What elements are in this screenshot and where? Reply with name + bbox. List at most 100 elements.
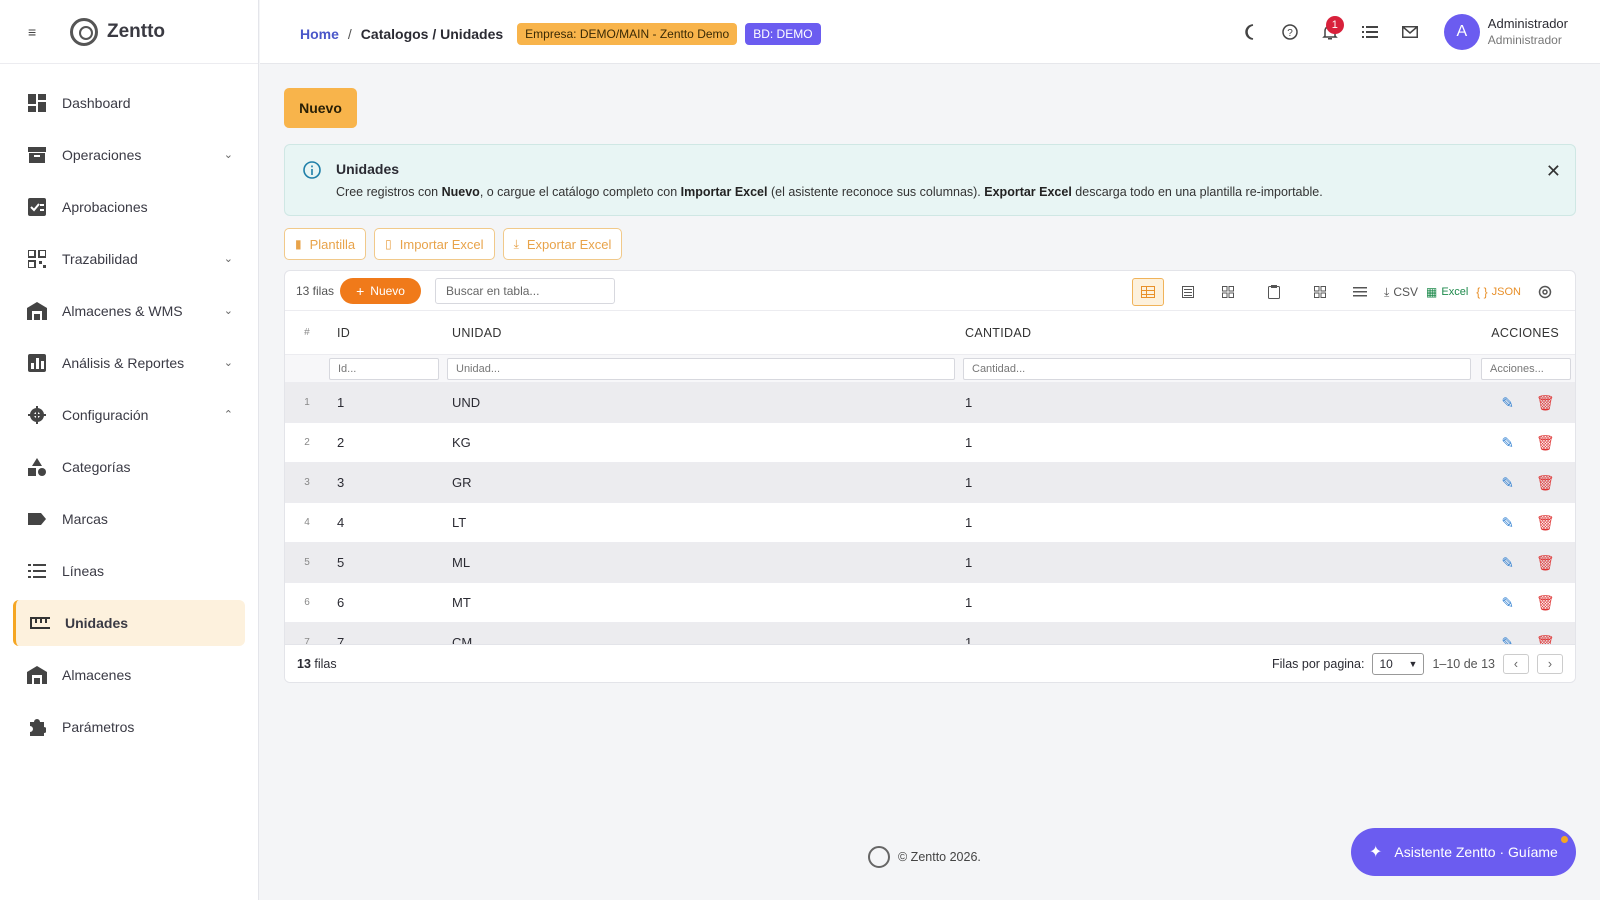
assistant-button[interactable]: ✦ Asistente Zentto · Guíame (1351, 828, 1576, 876)
delete-icon[interactable]: 🗑 (1536, 434, 1555, 452)
sidebar-item-configuracion[interactable]: Configuración ⌃ (13, 392, 245, 438)
warehouse-icon (27, 301, 47, 321)
sidebar-item-marcas[interactable]: Marcas (13, 496, 245, 542)
table-row[interactable]: 5 5 ML 1 ✎ 🗑 (285, 543, 1575, 583)
help-icon[interactable]: ? (1270, 12, 1310, 52)
col-header-acciones: ACCIONES (1491, 325, 1559, 340)
edit-icon[interactable]: ✎ (1501, 474, 1514, 492)
sidebar-item-trazabilidad[interactable]: Trazabilidad ⌄ (13, 236, 245, 282)
clipboard-icon[interactable] (1258, 278, 1290, 306)
sidebar-item-almacenes-wms[interactable]: Almacenes & WMS ⌄ (13, 288, 245, 334)
export-excel-grid-button[interactable]: ▦ Excel (1426, 278, 1468, 306)
user-info[interactable]: Administrador Administrador (1488, 15, 1568, 49)
user-role: Administrador (1487, 33, 1562, 47)
delete-icon[interactable]: 🗑 (1536, 594, 1555, 612)
row-number: 4 (304, 517, 310, 528)
filter-id-input[interactable]: Id... (329, 357, 439, 380)
search-input[interactable]: Buscar en tabla... (435, 277, 616, 304)
chevron-down-icon: ⌄ (223, 305, 233, 317)
row-actions: ✎ 🗑 (1479, 474, 1575, 492)
avatar[interactable]: A (1443, 14, 1480, 50)
delete-icon[interactable]: 🗑 (1536, 554, 1555, 572)
grid-add-button[interactable]: + Nuevo (340, 277, 422, 304)
zentto-logo (868, 846, 890, 868)
col-header-id[interactable]: ID (329, 326, 447, 340)
grid-view-controls: ⤓ CSV ▦ Excel { } JSON (1124, 278, 1561, 306)
grid-layout-icon[interactable] (1304, 278, 1336, 306)
settings-gear-icon[interactable] (1529, 278, 1561, 306)
user-name: Administrador (1487, 16, 1568, 31)
list-view-icon[interactable] (1172, 278, 1204, 306)
footer-count-label: filas (310, 656, 337, 671)
template-button[interactable]: ▮ Plantilla (284, 228, 367, 260)
table-view-icon[interactable] (1132, 278, 1165, 306)
tasks-list-icon[interactable] (1350, 12, 1390, 52)
sidebar-item-dashboard[interactable]: Dashboard (13, 80, 245, 126)
grid-toolbar: 13 filas + Nuevo Buscar en tabla... ⤓ CSV … (285, 271, 1575, 311)
cell-id: 3 (337, 475, 345, 490)
export-excel-button[interactable]: ⤓ Exportar Excel (502, 228, 623, 260)
row-actions: ✎ 🗑 (1479, 554, 1575, 572)
menu-collapse-icon[interactable]: ≡ (28, 24, 44, 40)
import-excel-button[interactable]: ▯ Importar Excel (374, 228, 495, 260)
col-header-unidad[interactable]: UNIDAD (447, 326, 963, 340)
sidebar-item-parametros[interactable]: Parámetros (13, 704, 245, 750)
filter-cantidad-input[interactable]: Cantidad... (963, 357, 1471, 380)
rows-per-page-select[interactable]: 10 ▼ (1372, 653, 1425, 675)
new-button[interactable]: Nuevo (284, 88, 357, 128)
row-number: 1 (304, 397, 310, 408)
export-csv-button[interactable]: ⤓ CSV (1384, 278, 1418, 306)
sidebar-item-analisis-reportes[interactable]: Análisis & Reportes ⌄ (13, 340, 245, 386)
rows-per-page-label: Filas por pagina: (1272, 657, 1365, 671)
sidebar-item-lineas[interactable]: Líneas (13, 548, 245, 594)
filter-unidad-input[interactable]: Unidad... (447, 357, 955, 380)
table-row[interactable]: 1 1 UND 1 ✎ 🗑 (285, 383, 1575, 423)
brand-name: Zentto (107, 20, 166, 42)
page-range: 1–10 de 13 (1432, 657, 1495, 671)
sidebar-item-almacenes[interactable]: Almacenes (13, 652, 245, 698)
edit-icon[interactable]: ✎ (1501, 554, 1514, 572)
filter-acciones-input[interactable]: Acciones... (1481, 357, 1571, 380)
dark-mode-icon[interactable] (1230, 12, 1270, 52)
col-header-number: # (304, 327, 310, 338)
notifications-icon[interactable]: 1 (1310, 12, 1350, 52)
row-number: 6 (304, 597, 310, 608)
edit-icon[interactable]: ✎ (1501, 434, 1514, 452)
delete-icon[interactable]: 🗑 (1536, 514, 1555, 532)
button-label: CSV (1393, 285, 1419, 299)
sidebar-item-label: Parámetros (62, 719, 135, 735)
next-page-button[interactable]: › (1537, 654, 1563, 674)
button-label: Exportar Excel (526, 236, 612, 252)
bar-chart-icon (27, 353, 47, 373)
close-icon[interactable]: ✕ (1546, 161, 1561, 182)
delete-icon[interactable]: 🗑 (1536, 394, 1555, 412)
breadcrumb-home[interactable]: Home (300, 26, 339, 42)
edit-icon[interactable]: ✎ (1501, 394, 1514, 412)
prev-page-button[interactable]: ‹ (1503, 654, 1529, 674)
topbar: Home / Catalogos / Unidades Empresa: DEM… (260, 0, 1600, 64)
edit-icon[interactable]: ✎ (1501, 514, 1514, 532)
card-view-icon[interactable] (1212, 278, 1244, 306)
table-row[interactable]: 6 6 MT 1 ✎ 🗑 (285, 583, 1575, 623)
table-row[interactable]: 3 3 GR 1 ✎ 🗑 (285, 463, 1575, 503)
table-row[interactable]: 2 2 KG 1 ✎ 🗑 (285, 423, 1575, 463)
sidebar-item-categorias[interactable]: Categorías (13, 444, 245, 490)
zentto-logo (70, 17, 98, 46)
table-row[interactable]: 4 4 LT 1 ✎ 🗑 (285, 503, 1575, 543)
mail-icon[interactable] (1390, 12, 1430, 52)
sidebar-item-aprobaciones[interactable]: Aprobaciones (13, 184, 245, 230)
sidebar-item-label: Análisis & Reportes (62, 355, 185, 371)
row-actions: ✎ 🗑 (1479, 594, 1575, 612)
delete-icon[interactable]: 🗑 (1536, 474, 1555, 492)
qr-code-icon (27, 249, 47, 269)
data-grid: 1 3 filas + Nuevo Buscar en tabla... ⤓ CSV … (284, 270, 1576, 683)
col-header-cantidad[interactable]: CANTIDAD (963, 326, 1479, 340)
sidebar-item-unidades[interactable]: Unidades (13, 600, 245, 646)
density-icon[interactable] (1344, 278, 1376, 306)
export-json-button[interactable]: { } JSON (1476, 278, 1521, 306)
cell-cantidad: 1 (965, 435, 973, 450)
sidebar-item-operaciones[interactable]: Operaciones ⌄ (13, 132, 245, 178)
edit-icon[interactable]: ✎ (1501, 594, 1514, 612)
cell-id: 6 (337, 595, 345, 610)
cell-id: 2 (337, 435, 345, 450)
